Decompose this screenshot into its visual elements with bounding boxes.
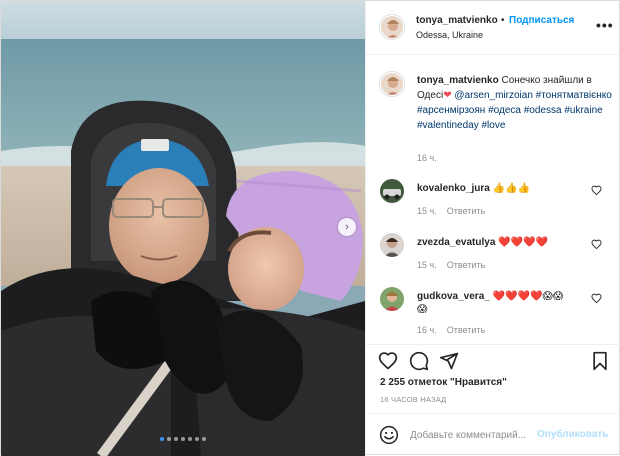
post-time-ago: 16 ЧАСОВ НАЗАД (380, 395, 447, 404)
emoji-icon[interactable] (379, 425, 399, 445)
comment-timestamp: 15 ч. (417, 206, 437, 216)
comment-item: zvezda_evatulya ❤️❤️❤️❤️ 15 ч. Ответить (366, 233, 620, 273)
like-comment-icon[interactable] (591, 185, 602, 195)
share-icon[interactable] (439, 351, 459, 371)
like-comment-icon[interactable] (591, 239, 602, 249)
commenter-username[interactable]: zvezda_evatulya (417, 237, 495, 248)
like-comment-icon[interactable] (591, 293, 602, 303)
hashtag-link[interactable]: #odessa (524, 105, 562, 116)
comment-input[interactable] (410, 426, 535, 444)
post-caption: tonya_matvienko Сонечко знайшли в Одесі❤… (417, 73, 612, 133)
hashtag-link[interactable]: #valentineday (417, 120, 479, 131)
comment-text: kovalenko_jura 👍👍👍 (417, 183, 530, 194)
carousel-indicator (1, 437, 365, 441)
more-options-icon[interactable]: ••• (596, 17, 614, 33)
separator-dot: • (501, 15, 505, 26)
post-header: tonya_matvienko • Подписаться Odessa, Uk… (366, 1, 620, 55)
avatar-image (381, 16, 403, 38)
hashtag-link[interactable]: #одеса (488, 105, 521, 116)
mention-link[interactable]: @arsen_mirzoian (454, 90, 533, 101)
comment-text-continued: 😱 (417, 304, 427, 315)
comment-body: ❤️❤️❤️❤️😱😱 (492, 291, 564, 302)
avatar-image (380, 287, 404, 311)
comment-item: kovalenko_jura 👍👍👍 15 ч. Ответить (366, 179, 620, 219)
avatar-image (380, 233, 404, 257)
avatar-image (381, 73, 403, 95)
post-modal: › tonya_matvienko • Подписаться Odessa, … (0, 0, 620, 456)
add-comment-bar: Опубликовать (366, 413, 620, 456)
comment-text: zvezda_evatulya ❤️❤️❤️❤️ (417, 237, 548, 248)
likes-count[interactable]: 2 255 отметок "Нравится" (380, 377, 507, 388)
reply-button[interactable]: Ответить (447, 206, 485, 216)
caption-username[interactable]: tonya_matvienko (417, 75, 499, 86)
carousel-dot (195, 437, 199, 441)
comment-body: 👍👍👍 (492, 183, 530, 194)
comment-meta: 16 ч. Ответить (417, 325, 485, 335)
next-photo-button[interactable]: › (338, 218, 356, 236)
heart-icon[interactable] (378, 351, 398, 371)
post-location[interactable]: Odessa, Ukraine (416, 30, 483, 40)
bookmark-icon[interactable] (590, 351, 610, 371)
author-avatar[interactable] (380, 15, 404, 39)
carousel-dot (174, 437, 178, 441)
comment-body: ❤️❤️❤️❤️ (498, 237, 548, 248)
caption-author-avatar[interactable] (380, 72, 404, 96)
post-photo[interactable]: › (1, 1, 365, 456)
caption-timestamp: 16 ч. (417, 153, 437, 163)
post-details-panel: tonya_matvienko • Подписаться Odessa, Uk… (365, 1, 620, 456)
comment-meta: 15 ч. Ответить (417, 260, 485, 270)
comment-meta: 15 ч. Ответить (417, 206, 485, 216)
next-arrow-icon: › (345, 221, 349, 233)
hashtag-link[interactable]: #арсенмірзоян (417, 105, 485, 116)
comment-timestamp: 16 ч. (417, 325, 437, 335)
carousel-dot (188, 437, 192, 441)
carousel-dot (181, 437, 185, 441)
hashtag-link[interactable]: #тонятматвієнко (536, 90, 612, 101)
comment-body-line2: 😱 (417, 304, 428, 315)
follow-button[interactable]: Подписаться (509, 15, 574, 26)
commenter-avatar[interactable] (380, 287, 404, 311)
carousel-dot (167, 437, 171, 441)
avatar-image (380, 179, 404, 203)
author-username[interactable]: tonya_matvienko (416, 15, 498, 26)
reply-button[interactable]: Ответить (447, 260, 485, 270)
red-heart-icon: ❤ (443, 90, 452, 101)
reply-button[interactable]: Ответить (447, 325, 485, 335)
commenter-username[interactable]: kovalenko_jura (417, 183, 490, 194)
comment-item: gudkova_vera_ ❤️❤️❤️❤️😱😱 😱 16 ч. Ответить (366, 287, 620, 337)
commenter-username[interactable]: gudkova_vera_ (417, 291, 490, 302)
hashtag-link[interactable]: #ukraine (564, 105, 602, 116)
comment-timestamp: 15 ч. (417, 260, 437, 270)
commenter-avatar[interactable] (380, 179, 404, 203)
comment-text: gudkova_vera_ ❤️❤️❤️❤️😱😱 (417, 291, 563, 302)
selfie-image (1, 1, 365, 456)
carousel-dot (202, 437, 206, 441)
post-actions-bar (366, 344, 620, 374)
publish-button[interactable]: Опубликовать (537, 429, 608, 440)
comment-icon[interactable] (409, 351, 429, 371)
hashtag-link[interactable]: #love (482, 120, 506, 131)
commenter-avatar[interactable] (380, 233, 404, 257)
carousel-dot (160, 437, 164, 441)
